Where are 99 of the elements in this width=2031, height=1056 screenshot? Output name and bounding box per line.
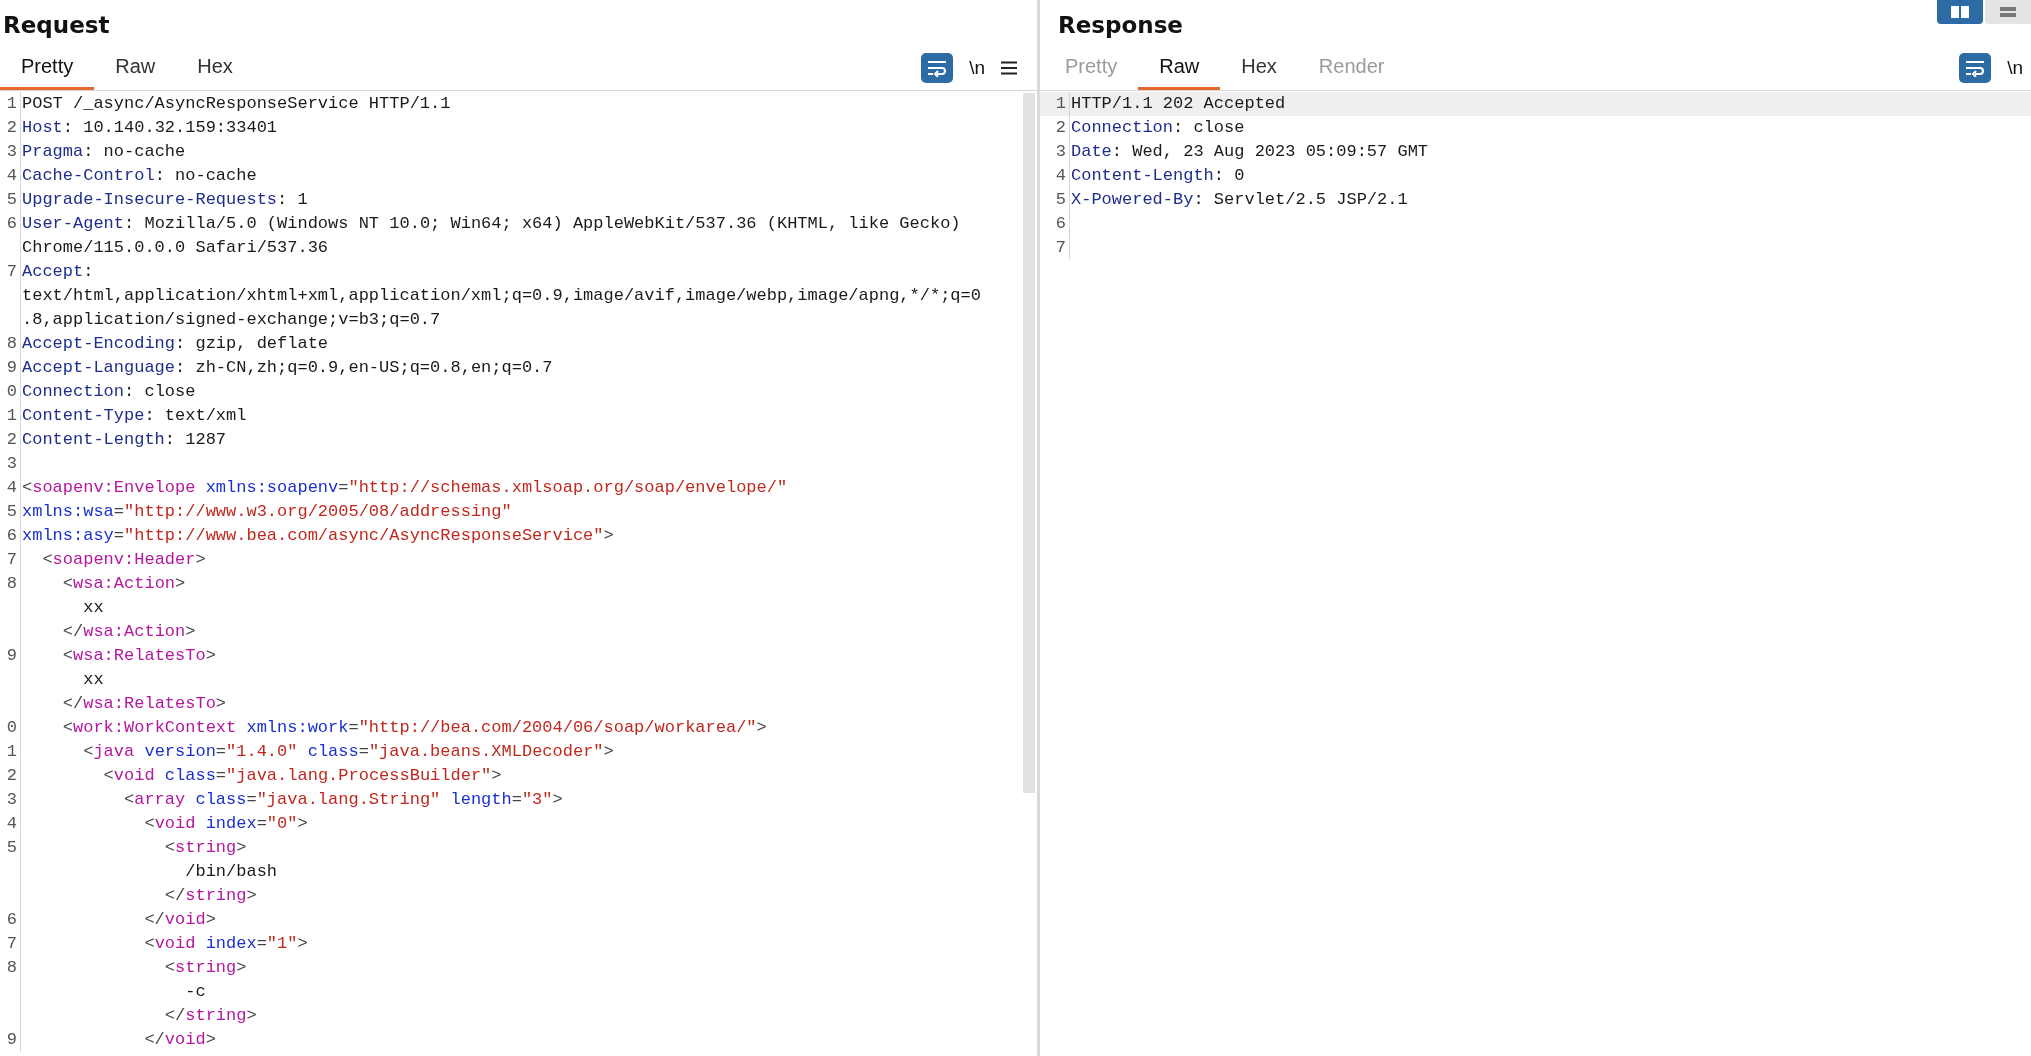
- code-line: <java version="1.4.0" class="java.beans.XMLDecoder">: [82, 742, 614, 761]
- code-line: <void class="java.lang.ProcessBuilder">: [102, 766, 502, 785]
- stacked-layout-button[interactable]: [1985, 0, 2031, 24]
- code-line: </string>: [163, 1006, 257, 1025]
- line-number: 5: [6, 838, 17, 857]
- line-number: 2: [6, 766, 17, 785]
- line-number: 4: [1055, 166, 1066, 185]
- line-number: 5: [1055, 190, 1066, 209]
- menu-icon: [1001, 61, 1017, 75]
- code-line: Content-Length: 0: [1071, 166, 1245, 185]
- line-number: 8: [6, 958, 17, 977]
- line-number: 1: [6, 406, 17, 425]
- line-number: 4: [6, 478, 17, 497]
- show-newlines-button[interactable]: \n: [2005, 57, 2025, 79]
- line-number: 9: [6, 358, 17, 377]
- line-number: 7: [6, 262, 17, 281]
- line-number: 8: [6, 574, 17, 593]
- line-number: 4: [6, 814, 17, 833]
- line-number: 3: [6, 142, 17, 161]
- code-line: /bin/bash: [184, 862, 278, 881]
- line-number: 0: [6, 382, 17, 401]
- line-number: 9: [6, 646, 17, 665]
- code-line: <string>: [163, 838, 247, 857]
- code-line: Pragma: no-cache: [22, 142, 186, 161]
- word-wrap-button[interactable]: [1959, 53, 1992, 83]
- line-number: 3: [1055, 142, 1066, 161]
- line-number: 5: [6, 190, 17, 209]
- code-line: xx: [82, 598, 104, 617]
- panel-title: Request: [2, 11, 110, 38]
- code-line: Accept-Encoding: gzip, deflate: [22, 334, 329, 353]
- line-number: 2: [6, 118, 17, 137]
- wrap-lines-icon: [926, 59, 949, 77]
- panel-title: Response: [1057, 11, 1183, 38]
- line-number: 0: [6, 718, 17, 737]
- line-number: 7: [6, 550, 17, 569]
- rows-icon: [1998, 5, 2018, 19]
- line-number: 1: [6, 94, 17, 113]
- line-number: 7: [6, 934, 17, 953]
- line-number: 7: [1055, 238, 1066, 257]
- line-number: 2: [1055, 118, 1066, 137]
- code-line: Connection: close: [22, 382, 196, 401]
- code-line: <soapenv:Header>: [41, 550, 206, 569]
- view-tab[interactable]: Pretty: [0, 46, 95, 90]
- line-number: 9: [6, 1030, 17, 1049]
- code-line: Host: 10.140.32.159:33401: [22, 118, 278, 137]
- code-line: </void>: [143, 910, 216, 929]
- line-number: 6: [1055, 214, 1066, 233]
- line-number: 2: [6, 430, 17, 449]
- code-line: <array class="java.lang.String" length="3">: [123, 790, 563, 809]
- side-by-side-layout-button[interactable]: [1937, 0, 1983, 24]
- code-line: Accept:: [22, 262, 94, 281]
- columns-icon: [1950, 5, 1970, 19]
- code-line: Date: Wed, 23 Aug 2023 05:09:57 GMT: [1071, 142, 1429, 161]
- code-line: Accept-Language: zh-CN,zh;q=0.9,en-US;q=0.8,en;q=0.7: [22, 358, 553, 377]
- line-number: 6: [6, 214, 17, 233]
- show-newlines-button[interactable]: \n: [967, 57, 987, 79]
- scrollbar-thumb[interactable]: [1023, 93, 1035, 793]
- code-line: Connection: close: [1071, 118, 1245, 137]
- line-number: 1: [1055, 94, 1066, 113]
- code-line: </string>: [163, 886, 257, 905]
- code-line: </wsa:Action>: [61, 622, 196, 641]
- code-line: xmlns:wsa="http://www.w3.org/2005/08/addressing": [22, 502, 512, 521]
- line-number: 4: [6, 166, 17, 185]
- code-line: HTTP/1.1 202 Accepted: [1071, 94, 1286, 113]
- code-line: <wsa:RelatesTo>: [61, 646, 216, 665]
- code-line: User-Agent: Mozilla/5.0 (Windows NT 10.0; Win64; x64) AppleWebKit/537.36 (KHTML, like Gecko): [22, 214, 961, 233]
- code-line: POST /_async/AsyncResponseService HTTP/1.1: [22, 94, 451, 113]
- line-number: 3: [6, 790, 17, 809]
- word-wrap-button[interactable]: [921, 53, 954, 83]
- code-line: xmlns:asy="http://www.bea.com/async/AsyncResponseService">: [22, 526, 614, 545]
- line-number: 5: [6, 502, 17, 521]
- line-number: 1: [6, 742, 17, 761]
- code-line: <soapenv:Envelope xmlns:soapenv="http://schemas.xmlsoap.org/soap/envelope/": [22, 478, 788, 497]
- code-line: <work:WorkContext xmlns:work="http://bea.com/2004/06/soap/workarea/">: [61, 718, 767, 737]
- line-number: 8: [6, 334, 17, 353]
- line-number: 6: [6, 526, 17, 545]
- code-line: -c: [184, 982, 206, 1001]
- code-line: X-Powered-By: Servlet/2.5 JSP/2.1: [1071, 190, 1408, 209]
- menu-button[interactable]: [1001, 61, 1017, 75]
- code-line: </wsa:RelatesTo>: [61, 694, 227, 713]
- code-line: <wsa:Action>: [61, 574, 186, 593]
- line-number: 6: [6, 910, 17, 929]
- code-line: Upgrade-Insecure-Requests: 1: [22, 190, 308, 209]
- view-tab[interactable]: Raw: [94, 46, 177, 90]
- code-line: text/html,application/xhtml+xml,application/xml;q=0.9,image/avif,image/webp,image/apng,*/*;q=0: [22, 286, 981, 305]
- wrap-lines-icon: [1964, 59, 1987, 77]
- code-line: Chrome/115.0.0.0 Safari/537.36: [22, 238, 329, 257]
- view-tab[interactable]: Hex: [1220, 46, 1298, 90]
- code-line: Cache-Control: no-cache: [22, 166, 257, 185]
- code-line: .8,application/signed-exchange;v=b3;q=0.7: [22, 310, 441, 329]
- code-line: </void>: [143, 1030, 216, 1049]
- code-line: <void index="1">: [143, 934, 308, 953]
- code-line: Content-Length: 1287: [22, 430, 227, 449]
- line-number: 3: [6, 454, 17, 473]
- code-line: <void index="0">: [143, 814, 308, 833]
- code-line: xx: [82, 670, 104, 689]
- code-line: <string>: [163, 958, 247, 977]
- code-line: Content-Type: text/xml: [22, 406, 247, 425]
- view-tab[interactable]: Hex: [176, 46, 254, 90]
